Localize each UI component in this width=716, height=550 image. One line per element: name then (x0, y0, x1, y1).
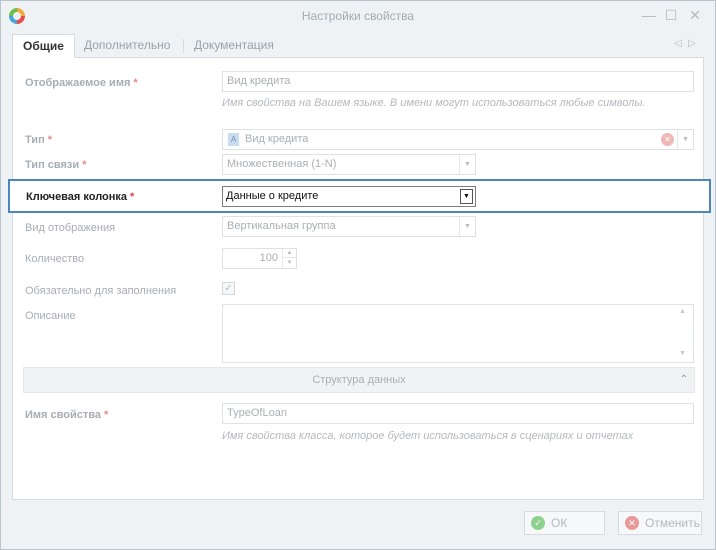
required-mark: * (130, 191, 135, 203)
clear-icon[interactable]: ✕ (661, 133, 674, 146)
relation-type-select[interactable]: Множественная (1-N) ▼ (222, 154, 476, 175)
description-textarea[interactable] (222, 304, 694, 363)
display-view-value: Вертикальная группа (227, 220, 336, 232)
window-title: Настройки свойства (301, 9, 415, 23)
dialog-window: Настройки свойства — ☐ ✕ Общие Дополните… (0, 0, 716, 550)
property-name-hint: Имя свойства класса, которое будет испол… (222, 430, 634, 442)
quantity-value: 100 (259, 252, 278, 264)
key-column-label-text: Ключевая колонка (26, 191, 128, 203)
general-tab-content: Отображаемое имя * Вид кредита Имя свойст… (12, 58, 704, 500)
key-column-row: Ключевая колонка * Данные о кредите ▼ (8, 179, 711, 213)
required-mark: * (133, 77, 138, 89)
scroll-down-icon[interactable]: ▼ (679, 350, 686, 357)
required-mark: * (47, 134, 52, 146)
property-name-label-text: Имя свойства (25, 409, 101, 421)
tab-general[interactable]: Общие (12, 34, 75, 58)
tab-bar: Общие Дополнительно Документация ◁ ▷ (12, 34, 704, 58)
key-column-label: Ключевая колонка * (26, 191, 134, 203)
type-label: Тип * (25, 134, 52, 146)
titlebar[interactable]: Настройки свойства — ☐ ✕ (1, 1, 715, 31)
property-name-label: Имя свойства * (25, 409, 108, 421)
scroll-up-icon[interactable]: ▲ (679, 308, 686, 315)
quantity-label: Количество (25, 253, 85, 265)
display-name-label-text: Отображаемое имя (25, 77, 131, 89)
ok-button-label: ОК (551, 516, 568, 530)
quantity-stepper[interactable]: 100 ▲ ▼ (222, 248, 297, 269)
collapse-icon[interactable]: ⌃ (680, 368, 688, 392)
required-checkbox[interactable]: ✓ (222, 282, 235, 295)
description-label: Описание (25, 310, 76, 322)
type-badge-icon: A (228, 133, 239, 146)
tab-next-icon[interactable]: ▷ (688, 38, 696, 49)
relation-type-value: Множественная (1-N) (227, 158, 337, 170)
check-icon: ✓ (531, 516, 545, 530)
ok-button[interactable]: ✓ ОК (524, 511, 605, 535)
data-structure-section-header[interactable]: Структура данных ⌃ (23, 367, 695, 393)
required-mark: * (82, 159, 87, 171)
required-label: Обязательно для заполнения (25, 285, 177, 297)
stepper-up-icon[interactable]: ▲ (282, 249, 296, 258)
type-label-text: Тип (25, 134, 45, 146)
type-select[interactable]: A Вид кредита ✕ ▼ (222, 129, 694, 150)
tab-documentation[interactable]: Документация (184, 34, 284, 58)
display-name-label: Отображаемое имя * (25, 77, 138, 89)
chevron-down-icon[interactable]: ▼ (677, 130, 693, 149)
tab-prev-icon[interactable]: ◁ (674, 38, 682, 49)
close-icon[interactable]: ✕ (687, 7, 703, 23)
required-mark: * (103, 409, 109, 421)
key-column-select[interactable]: Данные о кредите ▼ (222, 186, 476, 207)
chevron-down-icon[interactable]: ▼ (459, 217, 475, 236)
chevron-down-icon[interactable]: ▼ (460, 189, 473, 204)
display-name-input[interactable]: Вид кредита (222, 71, 694, 92)
display-view-select[interactable]: Вертикальная группа ▼ (222, 216, 476, 237)
chevron-down-icon[interactable]: ▼ (459, 155, 475, 174)
tab-additional[interactable]: Дополнительно (74, 34, 180, 58)
key-column-value: Данные о кредите (226, 190, 319, 202)
display-view-label: Вид отображения (25, 222, 116, 234)
minimize-icon[interactable]: — (641, 7, 657, 23)
relation-type-label: Тип связи * (25, 159, 86, 171)
relation-type-label-text: Тип связи (25, 159, 80, 171)
cancel-icon: ✕ (625, 516, 639, 530)
maximize-icon[interactable]: ☐ (663, 7, 679, 23)
section-title: Структура данных (312, 374, 406, 386)
display-name-hint: Имя свойства на Вашем языке. В имени мог… (222, 97, 646, 109)
stepper-down-icon[interactable]: ▼ (282, 258, 296, 268)
cancel-button-label: Отменить (645, 516, 700, 530)
type-value: Вид кредита (245, 133, 309, 145)
dialog-footer: ✓ ОК ✕ Отменить (12, 500, 704, 545)
cancel-button[interactable]: ✕ Отменить (618, 511, 702, 535)
property-name-input[interactable]: TypeOfLoan (222, 403, 694, 424)
